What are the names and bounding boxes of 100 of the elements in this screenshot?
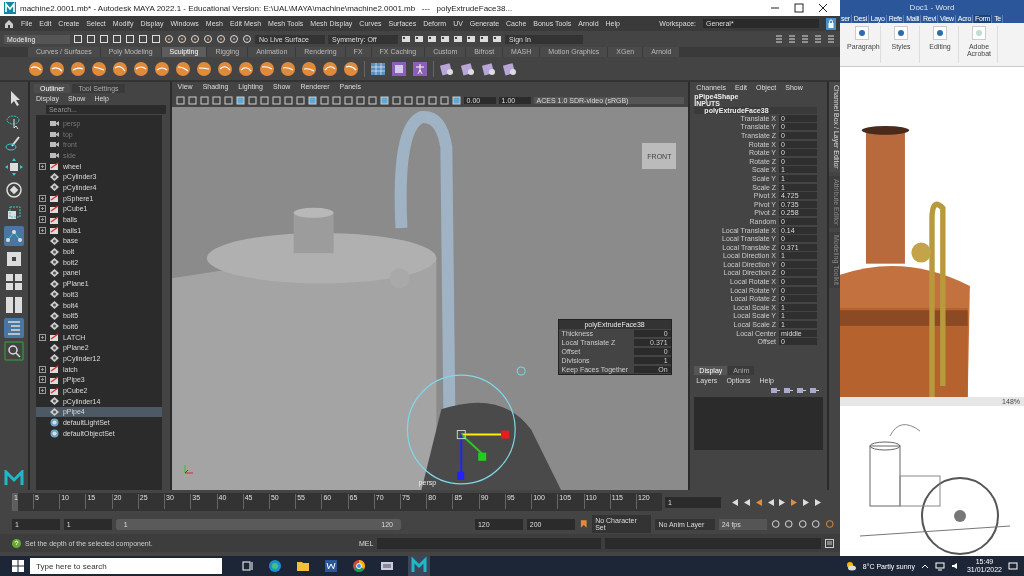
ribbon-icon bbox=[972, 25, 986, 40]
figure-icon[interactable] bbox=[412, 60, 428, 77]
render-icon[interactable] bbox=[492, 34, 502, 44]
rotate-tool-icon[interactable] bbox=[3, 180, 24, 200]
app-icon[interactable] bbox=[380, 559, 394, 573]
playback-option-icon[interactable] bbox=[824, 519, 835, 529]
script-editor-icon[interactable] bbox=[825, 538, 834, 548]
maya-logo-icon bbox=[3, 470, 24, 486]
maya-icon[interactable] bbox=[408, 556, 430, 576]
render-icon[interactable] bbox=[414, 34, 424, 44]
layer-icon[interactable] bbox=[771, 387, 781, 395]
weather-icon[interactable] bbox=[844, 560, 857, 572]
ribbon-icon bbox=[933, 25, 947, 40]
mesh-icon bbox=[49, 172, 59, 181]
group-icon bbox=[49, 215, 59, 224]
four-tool-icon[interactable] bbox=[3, 272, 24, 292]
group-icon bbox=[49, 194, 59, 203]
windows-icon[interactable] bbox=[12, 560, 24, 572]
layer-icon[interactable] bbox=[784, 387, 794, 395]
lock-icon[interactable] bbox=[826, 17, 836, 30]
mesh-icon bbox=[49, 183, 59, 192]
layer-icon[interactable] bbox=[797, 387, 807, 395]
group-icon bbox=[49, 204, 59, 213]
search-field[interactable]: Type here to search bbox=[30, 558, 222, 574]
maximize-icon[interactable] bbox=[794, 3, 804, 13]
expand-icon[interactable] bbox=[38, 194, 46, 202]
panel-toggle-icon[interactable] bbox=[774, 34, 784, 44]
window-title: machine2.0001.mb* - Autodesk MAYA 2022.1 - Educational Version: E:\UAL\MAYA\machine\machine2.0001.mb --- polyExtrudeFace38... bbox=[20, 3, 513, 13]
network-icon[interactable] bbox=[934, 561, 945, 571]
axis-icon bbox=[181, 462, 196, 476]
render-icon[interactable] bbox=[427, 34, 437, 44]
render-icon[interactable] bbox=[479, 34, 489, 44]
render-icon[interactable] bbox=[401, 34, 411, 44]
task-view-icon[interactable] bbox=[242, 560, 254, 572]
sculpt-brush-icon[interactable] bbox=[112, 60, 128, 77]
soft-tool-icon[interactable] bbox=[3, 226, 24, 246]
sculpt-brush-icon[interactable] bbox=[91, 60, 107, 77]
group-icon bbox=[49, 375, 59, 384]
sculpt-brush-icon[interactable] bbox=[280, 60, 296, 77]
mesh-icon bbox=[49, 343, 59, 352]
mesh-icon bbox=[49, 407, 59, 416]
sculpt-brush-icon[interactable] bbox=[196, 60, 212, 77]
notification-icon[interactable] bbox=[1008, 561, 1018, 571]
mesh-icon bbox=[49, 247, 59, 256]
render-icon[interactable] bbox=[453, 34, 463, 44]
browser-icon[interactable] bbox=[268, 559, 282, 573]
sculpt-brush-icon[interactable] bbox=[133, 60, 149, 77]
mesh-icon bbox=[49, 258, 59, 267]
outliner-tool-icon[interactable] bbox=[3, 318, 24, 338]
folder-icon[interactable] bbox=[296, 559, 310, 573]
expand-icon[interactable] bbox=[38, 333, 46, 341]
expand-icon[interactable] bbox=[38, 387, 46, 395]
panel-toggle-icon[interactable] bbox=[787, 34, 797, 44]
stamp-icon[interactable] bbox=[481, 60, 497, 77]
sculpt-brush-icon[interactable] bbox=[322, 60, 338, 77]
close-icon[interactable] bbox=[818, 3, 828, 13]
mesh-icon bbox=[49, 354, 59, 363]
layer-icon[interactable] bbox=[810, 387, 820, 395]
sculpt-brush-icon[interactable] bbox=[343, 60, 359, 77]
sculpt-brush-icon[interactable] bbox=[70, 60, 86, 77]
group-icon bbox=[49, 226, 59, 235]
expand-icon[interactable] bbox=[38, 205, 46, 213]
sculpt-brush-icon[interactable] bbox=[301, 60, 317, 77]
sculpt-brush-icon[interactable] bbox=[28, 60, 44, 77]
mask-icon[interactable] bbox=[391, 60, 407, 77]
group-icon bbox=[49, 365, 59, 374]
move-tool-icon[interactable] bbox=[3, 157, 24, 177]
sculpt-brush-icon[interactable] bbox=[259, 60, 275, 77]
mesh-icon bbox=[49, 290, 59, 299]
search-icon[interactable] bbox=[3, 341, 24, 361]
home-icon[interactable] bbox=[4, 18, 14, 29]
stamp-icon[interactable] bbox=[502, 60, 518, 77]
two-tool-icon[interactable] bbox=[3, 295, 24, 315]
sculpt-brush-icon[interactable] bbox=[217, 60, 233, 77]
sculpt-brush-icon[interactable] bbox=[175, 60, 191, 77]
sculpt-brush-icon[interactable] bbox=[238, 60, 254, 77]
render-icon[interactable] bbox=[466, 34, 476, 44]
stamp-icon[interactable] bbox=[460, 60, 476, 77]
render-icon[interactable] bbox=[440, 34, 450, 44]
mesh-icon bbox=[49, 322, 59, 331]
grid-icon[interactable] bbox=[370, 60, 386, 77]
sculpt-brush-icon[interactable] bbox=[49, 60, 65, 77]
chrome-icon[interactable] bbox=[352, 559, 366, 573]
mesh-icon bbox=[49, 311, 59, 320]
stamp-icon[interactable] bbox=[439, 60, 455, 77]
chevron-up-icon[interactable] bbox=[920, 562, 929, 570]
expand-icon[interactable] bbox=[38, 162, 46, 170]
panel-toggle-icon[interactable] bbox=[813, 34, 823, 44]
sculpt-brush-icon[interactable] bbox=[154, 60, 170, 77]
group-icon bbox=[49, 386, 59, 395]
camera-icon bbox=[49, 119, 59, 127]
word-icon[interactable] bbox=[324, 559, 338, 573]
expand-icon[interactable] bbox=[38, 216, 46, 224]
panel-toggle-icon[interactable] bbox=[800, 34, 810, 44]
expand-icon[interactable] bbox=[38, 365, 46, 373]
expand-icon[interactable] bbox=[38, 376, 46, 384]
group-icon bbox=[49, 333, 59, 342]
expand-icon[interactable] bbox=[38, 226, 46, 234]
panel-toggle-icon[interactable] bbox=[826, 34, 836, 44]
key-icon[interactable] bbox=[578, 519, 589, 529]
